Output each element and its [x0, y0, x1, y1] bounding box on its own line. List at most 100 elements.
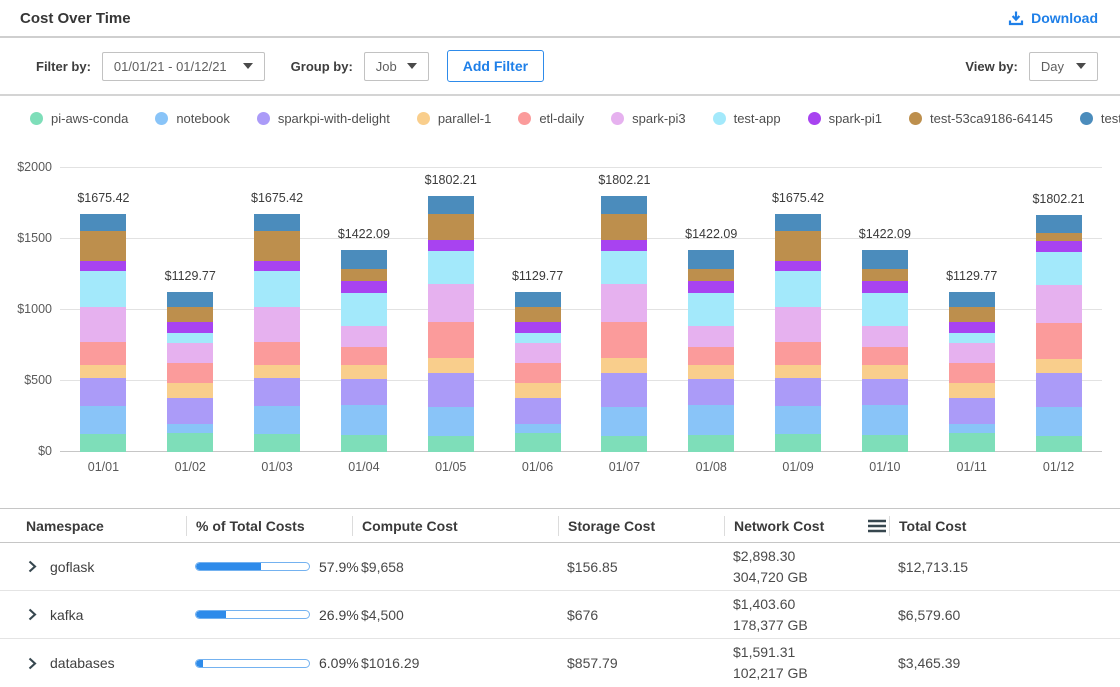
chevron-right-icon[interactable]: [26, 657, 38, 670]
bar-segment-etl-daily[interactable]: [167, 363, 213, 383]
bar-segment-test-pkix[interactable]: [688, 250, 734, 269]
chevron-right-icon[interactable]: [26, 560, 38, 573]
bar-segment-test-53ca9186-64145[interactable]: [428, 214, 474, 240]
table-row-kafka[interactable]: kafka26.9%$4,500$676$1,403.60178,377 GB$…: [0, 591, 1120, 639]
bar-segment-pi-aws-conda[interactable]: [515, 433, 561, 452]
bar-segment-parallel-1[interactable]: [254, 365, 300, 378]
bar-segment-spark-pi1[interactable]: [167, 322, 213, 333]
bar-segment-test-53ca9186-64145[interactable]: [80, 231, 126, 260]
bar-segment-test-app[interactable]: [862, 293, 908, 326]
bar-segment-test-53ca9186-64145[interactable]: [515, 307, 561, 322]
bar-segment-parallel-1[interactable]: [515, 383, 561, 397]
bar-segment-etl-daily[interactable]: [862, 347, 908, 364]
bar-segment-spark-pi3[interactable]: [515, 343, 561, 363]
legend-item-etl-daily[interactable]: etl-daily: [518, 111, 584, 126]
bar-segment-notebook[interactable]: [254, 406, 300, 434]
bar-segment-test-53ca9186-64145[interactable]: [1036, 233, 1082, 241]
bar-segment-test-app[interactable]: [1036, 252, 1082, 285]
bar-segment-sparkpi-with-delight[interactable]: [688, 379, 734, 405]
bar-segment-test-pkix[interactable]: [341, 250, 387, 269]
bar-segment-pi-aws-conda[interactable]: [341, 435, 387, 452]
bar-segment-test-app[interactable]: [949, 333, 995, 343]
bar-segment-sparkpi-with-delight[interactable]: [428, 373, 474, 408]
bar-segment-pi-aws-conda[interactable]: [80, 434, 126, 452]
bar-segment-etl-daily[interactable]: [688, 347, 734, 364]
bar-segment-spark-pi1[interactable]: [254, 261, 300, 271]
bar-segment-notebook[interactable]: [428, 407, 474, 435]
bar-segment-spark-pi1[interactable]: [949, 322, 995, 333]
bar-segment-sparkpi-with-delight[interactable]: [167, 398, 213, 424]
bar-segment-test-app[interactable]: [80, 271, 126, 307]
legend-item-pi-aws-conda[interactable]: pi-aws-conda: [30, 111, 128, 126]
bar-segment-sparkpi-with-delight[interactable]: [341, 379, 387, 405]
bar-segment-spark-pi1[interactable]: [515, 322, 561, 333]
bar-segment-test-pkix[interactable]: [167, 292, 213, 307]
bar-segment-sparkpi-with-delight[interactable]: [862, 379, 908, 405]
bar-segment-spark-pi3[interactable]: [80, 307, 126, 342]
bar-segment-etl-daily[interactable]: [428, 322, 474, 358]
legend-item-sparkpi-with-delight[interactable]: sparkpi-with-delight: [257, 111, 390, 126]
bar-segment-spark-pi1[interactable]: [341, 281, 387, 293]
bar-segment-sparkpi-with-delight[interactable]: [80, 378, 126, 406]
legend-item-spark-pi1[interactable]: spark-pi1: [808, 111, 882, 126]
stacked-bar-01/08[interactable]: [688, 250, 734, 452]
bar-segment-etl-daily[interactable]: [1036, 323, 1082, 360]
bar-segment-notebook[interactable]: [862, 405, 908, 436]
bar-segment-test-pkix[interactable]: [80, 214, 126, 231]
table-row-goflask[interactable]: goflask57.9%$9,658$156.85$2,898.30304,72…: [0, 543, 1120, 591]
bar-segment-test-53ca9186-64145[interactable]: [601, 214, 647, 240]
stacked-bar-01/10[interactable]: [862, 250, 908, 452]
bar-segment-pi-aws-conda[interactable]: [862, 435, 908, 452]
bar-segment-pi-aws-conda[interactable]: [949, 433, 995, 452]
bar-segment-test-53ca9186-64145[interactable]: [688, 269, 734, 281]
view-by-select[interactable]: Day: [1029, 52, 1098, 81]
bar-segment-notebook[interactable]: [601, 407, 647, 435]
bar-segment-sparkpi-with-delight[interactable]: [775, 378, 821, 406]
bar-segment-notebook[interactable]: [1036, 407, 1082, 435]
bar-segment-sparkpi-with-delight[interactable]: [254, 378, 300, 406]
bar-segment-pi-aws-conda[interactable]: [167, 433, 213, 452]
bar-segment-parallel-1[interactable]: [688, 365, 734, 379]
bar-segment-spark-pi3[interactable]: [601, 284, 647, 322]
column-menu-icon[interactable]: [867, 519, 887, 533]
bar-segment-test-pkix[interactable]: [1036, 215, 1082, 233]
bar-segment-spark-pi1[interactable]: [428, 240, 474, 251]
bar-segment-parallel-1[interactable]: [80, 365, 126, 378]
stacked-bar-01/03[interactable]: [254, 214, 300, 452]
bar-segment-test-53ca9186-64145[interactable]: [775, 231, 821, 260]
stacked-bar-01/06[interactable]: [515, 292, 561, 452]
bar-segment-spark-pi3[interactable]: [341, 326, 387, 347]
bar-segment-pi-aws-conda[interactable]: [775, 434, 821, 452]
bar-segment-spark-pi1[interactable]: [80, 261, 126, 271]
bar-segment-parallel-1[interactable]: [601, 358, 647, 372]
bar-segment-etl-daily[interactable]: [341, 347, 387, 364]
bar-segment-sparkpi-with-delight[interactable]: [515, 398, 561, 424]
bar-segment-test-53ca9186-64145[interactable]: [254, 231, 300, 260]
bar-segment-test-pkix[interactable]: [949, 292, 995, 307]
stacked-bar-01/07[interactable]: [601, 196, 647, 452]
bar-segment-test-53ca9186-64145[interactable]: [862, 269, 908, 281]
bar-segment-notebook[interactable]: [515, 424, 561, 434]
bar-segment-test-app[interactable]: [601, 251, 647, 284]
table-row-databases[interactable]: databases6.09%$1016.29$857.79$1,591.3110…: [0, 639, 1120, 687]
bar-segment-etl-daily[interactable]: [949, 363, 995, 383]
bar-segment-test-pkix[interactable]: [862, 250, 908, 269]
bar-segment-spark-pi1[interactable]: [688, 281, 734, 293]
bar-segment-etl-daily[interactable]: [80, 342, 126, 365]
bar-segment-parallel-1[interactable]: [341, 365, 387, 379]
bar-segment-parallel-1[interactable]: [862, 365, 908, 379]
bar-segment-parallel-1[interactable]: [167, 383, 213, 397]
legend-item-test-app[interactable]: test-app: [713, 111, 781, 126]
stacked-bar-01/11[interactable]: [949, 292, 995, 452]
bar-segment-spark-pi3[interactable]: [254, 307, 300, 342]
bar-segment-test-53ca9186-64145[interactable]: [341, 269, 387, 281]
bar-segment-notebook[interactable]: [80, 406, 126, 434]
bar-segment-parallel-1[interactable]: [775, 365, 821, 378]
bar-segment-spark-pi1[interactable]: [1036, 241, 1082, 252]
bar-segment-test-53ca9186-64145[interactable]: [949, 307, 995, 322]
bar-segment-etl-daily[interactable]: [775, 342, 821, 365]
bar-segment-spark-pi3[interactable]: [688, 326, 734, 347]
bar-segment-pi-aws-conda[interactable]: [601, 436, 647, 452]
legend-item-notebook[interactable]: notebook: [155, 111, 230, 126]
bar-segment-notebook[interactable]: [688, 405, 734, 436]
